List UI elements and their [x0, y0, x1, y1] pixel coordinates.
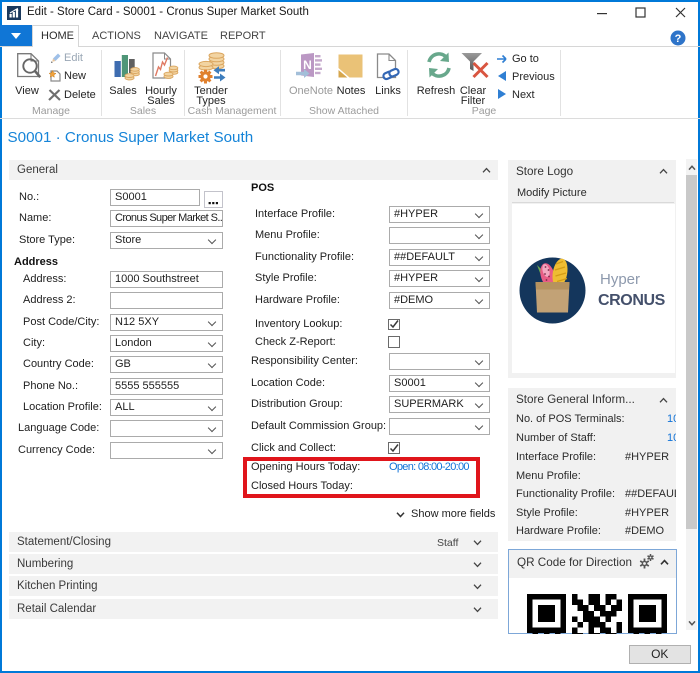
svg-text:?: ? — [675, 33, 682, 45]
